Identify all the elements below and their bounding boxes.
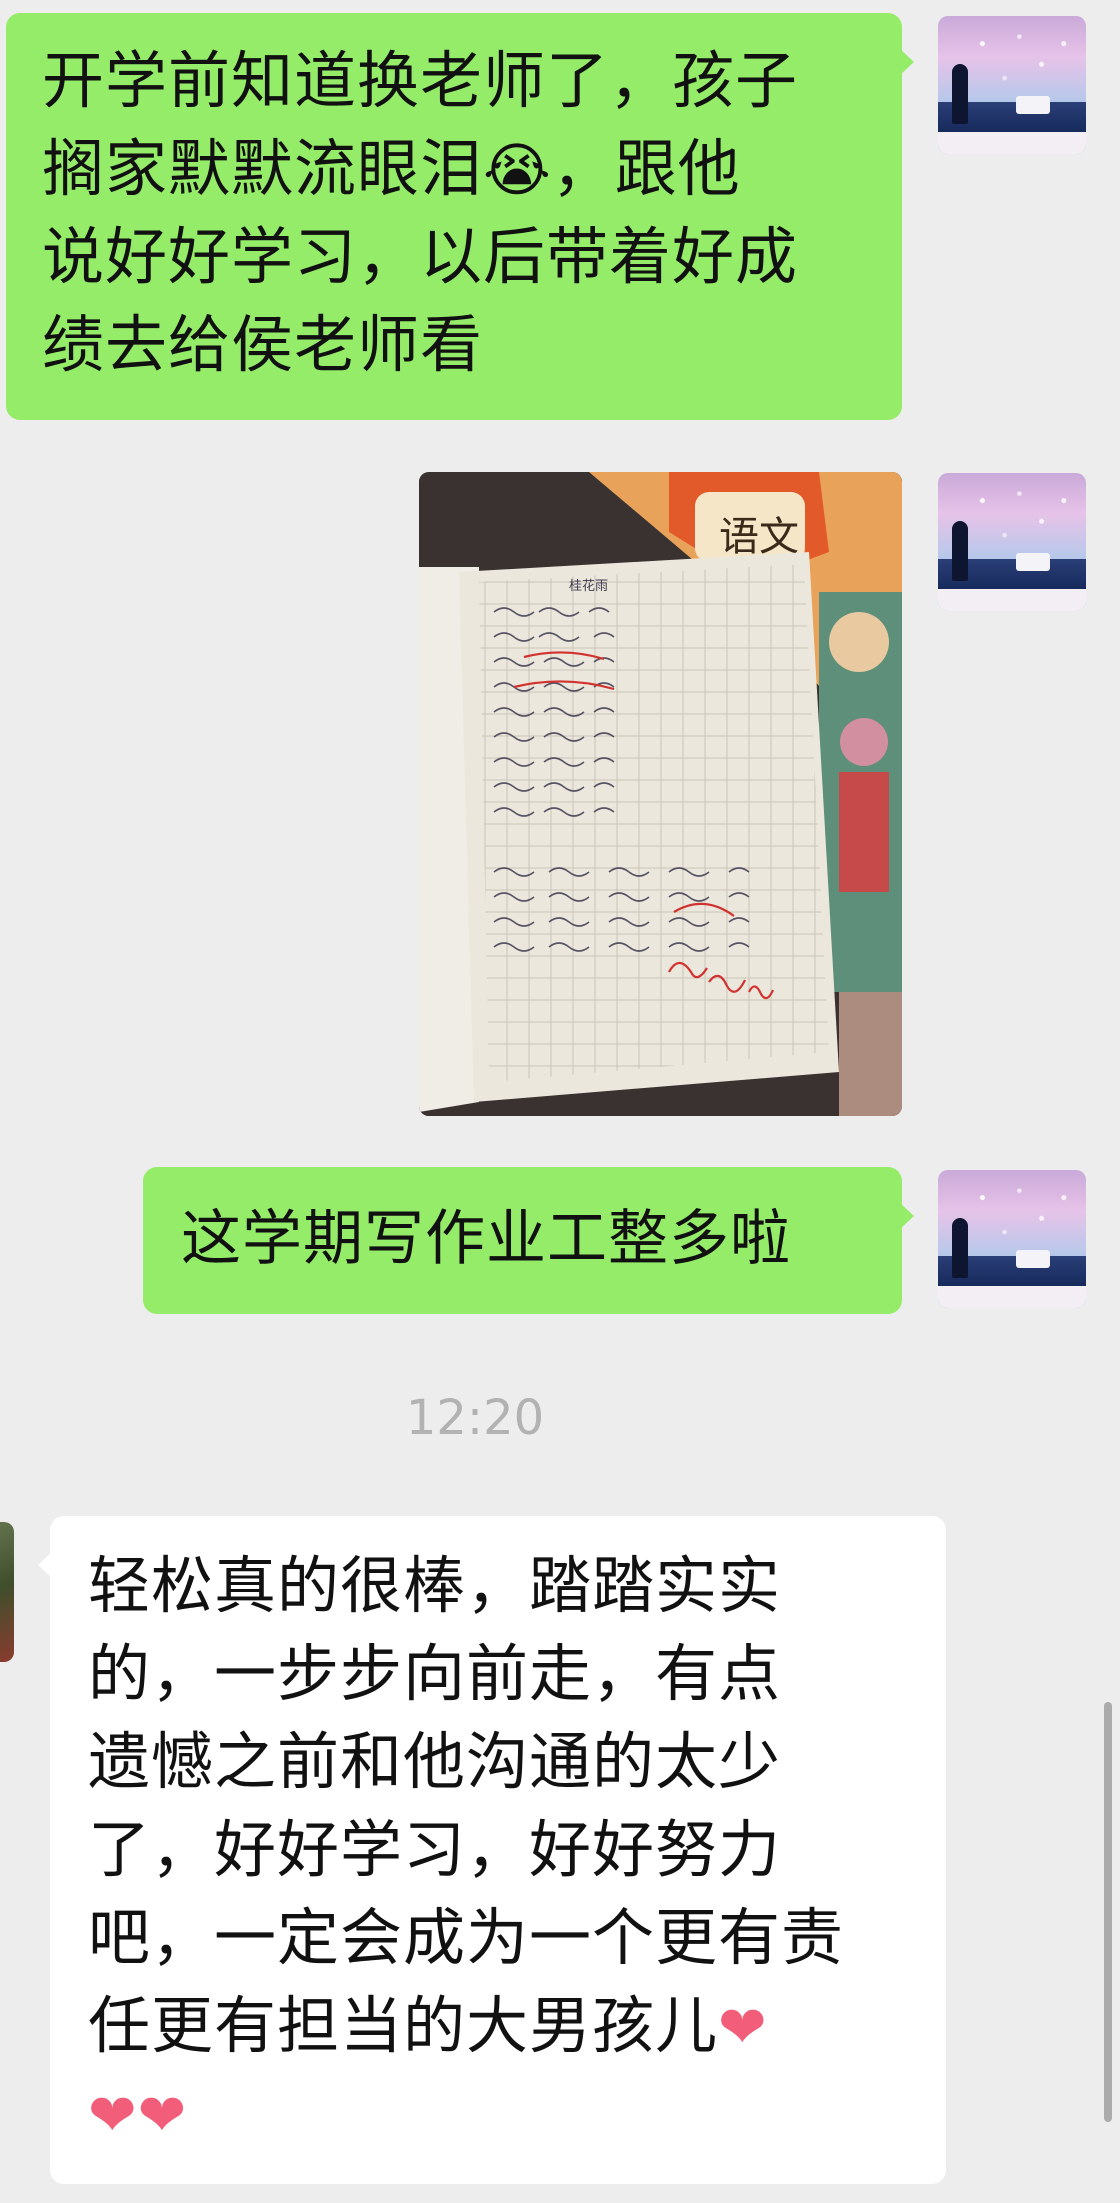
user-avatar[interactable] xyxy=(938,16,1086,154)
message-bubble-1[interactable]: 开学前知道换老师了，孩子 搁家默默流眼泪😭，跟他 说好好学习，以后带着好成 绩去给侯老… xyxy=(6,13,914,420)
user-avatar[interactable] xyxy=(938,473,1086,611)
message-bubble-4[interactable]: 轻松真的很棒，踏踏实实 的，一步步向前走，有点 遗憾之前和他沟通的太少 了，好好学习，… xyxy=(38,1516,946,2184)
heart-icon: ❤ xyxy=(137,2081,188,2149)
bubble-tail xyxy=(38,1552,52,1578)
message-timestamp: 12:20 xyxy=(405,1390,545,1446)
message-text: 开学前知道换老师了，孩子 搁家默默流眼泪😭，跟他 说好好学习，以后带着好成 绩去给侯老… xyxy=(42,44,799,381)
heart-icon: ❤ xyxy=(88,2081,138,2149)
homework-photo[interactable]: 语文 桂花雨 xyxy=(419,472,902,1116)
message-text: 这学期写作业工整多啦 xyxy=(181,1204,791,1274)
heart-icon: ❤ xyxy=(718,1993,768,2061)
user-avatar[interactable] xyxy=(938,1170,1086,1308)
crying-face-icon: 😭 xyxy=(483,136,552,204)
bubble-tail xyxy=(900,49,914,75)
bubble-tail xyxy=(900,1203,914,1229)
scrollbar[interactable] xyxy=(1104,1702,1112,2122)
message-text: 轻松真的很棒，踏踏实实 的，一步步向前走，有点 遗憾之前和他沟通的太少 了，好好学习，… xyxy=(88,1549,845,2149)
homework-notebook-image: 语文 桂花雨 xyxy=(419,472,902,1116)
message-bubble-3[interactable]: 这学期写作业工整多啦 xyxy=(143,1167,914,1314)
textbook-title: 语文 xyxy=(719,514,799,560)
notebook-heading: 桂花雨 xyxy=(569,578,608,594)
contact-avatar[interactable] xyxy=(0,1522,14,1662)
